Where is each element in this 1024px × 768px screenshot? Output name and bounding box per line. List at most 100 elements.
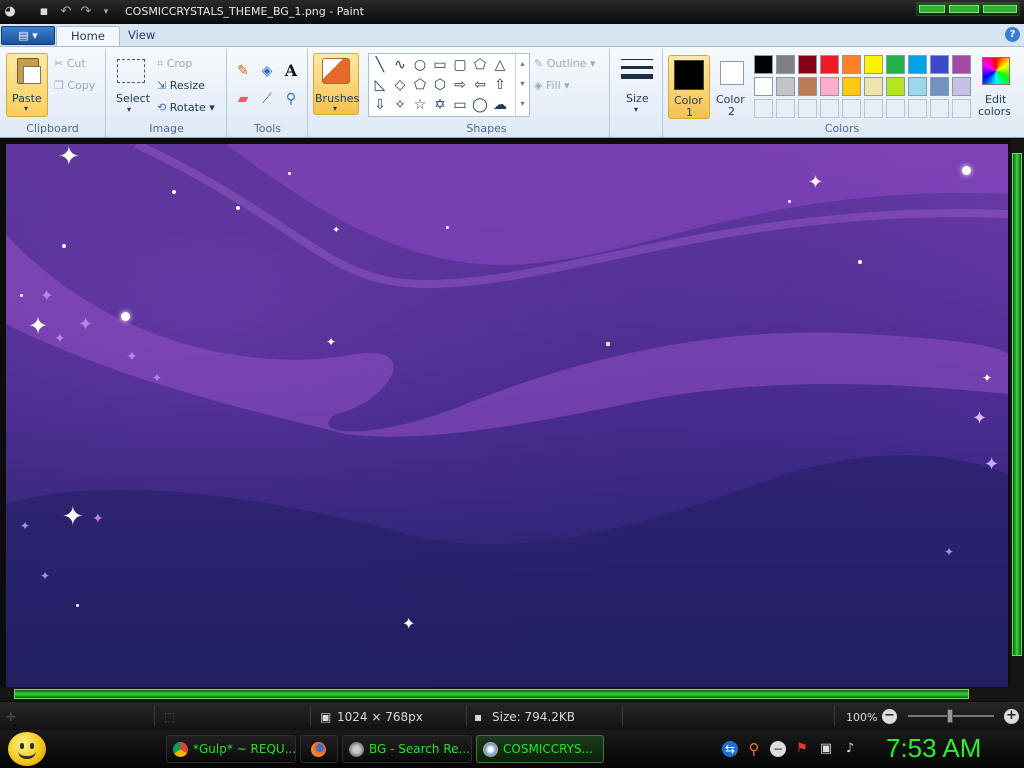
pentagon-shape-icon[interactable]: ⬠ <box>411 76 429 94</box>
magnifier-icon[interactable]: ⚲ <box>282 91 300 109</box>
image-canvas[interactable]: ✦ ✦ ✦ ✦ ✦ ✦ ✦ ✦ ✦ ✦ ✦ ✦ ✦ ✦ ✦ ✦ ✦ ✦ ✦ <box>6 144 1008 688</box>
curve-shape-icon[interactable]: ∿ <box>391 56 409 74</box>
palette-swatch[interactable] <box>754 99 773 118</box>
taskbar-item-search[interactable]: BG - Search Re... <box>342 735 472 763</box>
taskbar-item-paint[interactable]: COSMICCRYS... <box>476 735 604 763</box>
maximize-button[interactable] <box>949 5 979 13</box>
palette-swatch[interactable] <box>952 99 971 118</box>
palette-swatch[interactable] <box>886 55 905 74</box>
resize-button[interactable]: ⇲ Resize <box>157 79 205 92</box>
redo-icon[interactable]: ↷ <box>78 4 94 20</box>
clock[interactable]: 7:53 AM <box>886 733 981 764</box>
palette-swatch[interactable] <box>754 55 773 74</box>
minus-tray-icon[interactable]: − <box>770 741 786 757</box>
minimize-button[interactable] <box>919 5 945 13</box>
action-center-flag-icon[interactable]: ⚑ <box>794 741 810 757</box>
help-icon[interactable]: ? <box>1005 27 1020 42</box>
palette-swatch[interactable] <box>864 55 883 74</box>
down-arrow-shape-icon[interactable]: ⇩ <box>371 96 389 114</box>
teamviewer-tray-icon[interactable]: ⇆ <box>722 741 738 757</box>
up-arrow-shape-icon[interactable]: ⇧ <box>491 76 509 94</box>
rectangle-shape-icon[interactable]: ▭ <box>431 56 449 74</box>
select-button[interactable]: Select ▾ <box>113 55 150 125</box>
pencil-icon[interactable]: ✎ <box>234 63 252 81</box>
palette-swatch[interactable] <box>930 77 949 96</box>
vertical-scrollbar[interactable] <box>1010 139 1024 702</box>
zoom-slider-thumb[interactable] <box>947 709 953 723</box>
fill-bucket-icon[interactable]: ◈ <box>258 63 276 81</box>
horizontal-scroll-thumb[interactable] <box>14 689 969 699</box>
palette-swatch[interactable] <box>842 55 861 74</box>
zoom-in-button[interactable]: + <box>1004 709 1019 724</box>
copy-button[interactable]: ❐ Copy <box>54 79 95 92</box>
tab-home[interactable]: Home <box>56 26 120 46</box>
horizontal-scrollbar[interactable] <box>0 687 1010 701</box>
palette-swatch[interactable] <box>952 77 971 96</box>
color-picker-icon[interactable]: ⟋ <box>258 91 276 109</box>
oval-shape-icon[interactable]: ○ <box>411 56 429 74</box>
rounded-rectangle-shape-icon[interactable]: ▢ <box>451 56 469 74</box>
customize-quick-access-icon[interactable]: ▾ <box>98 4 114 20</box>
palette-swatch[interactable] <box>798 99 817 118</box>
eraser-icon[interactable]: ▰ <box>234 91 252 109</box>
oval-callout-shape-icon[interactable]: ◯ <box>471 96 489 114</box>
palette-swatch[interactable] <box>864 77 883 96</box>
text-tool-icon[interactable]: A <box>282 61 300 81</box>
undo-icon[interactable]: ↶ <box>58 4 74 20</box>
palette-swatch[interactable] <box>930 55 949 74</box>
taskbar-item-firefox[interactable] <box>300 735 338 763</box>
edit-colors-button[interactable]: Edit colors <box>976 55 1016 121</box>
palette-swatch[interactable] <box>820 99 839 118</box>
paint-menu-button[interactable]: ▤ ▾ <box>1 26 55 45</box>
cut-button[interactable]: ✂ Cut <box>54 57 86 70</box>
tab-view[interactable]: View <box>114 26 169 46</box>
palette-swatch[interactable] <box>908 77 927 96</box>
palette-swatch[interactable] <box>776 55 795 74</box>
palette-swatch[interactable] <box>952 55 971 74</box>
start-button-smiley-icon[interactable] <box>8 732 46 766</box>
crop-button[interactable]: ⌗ Crop <box>157 57 192 71</box>
four-point-star-shape-icon[interactable]: ✧ <box>391 96 409 114</box>
callout-shape-icon[interactable]: ▭ <box>451 96 469 114</box>
polygon-shape-icon[interactable]: ⬠ <box>471 56 489 74</box>
six-point-star-shape-icon[interactable]: ✡ <box>431 96 449 114</box>
paste-button[interactable]: Paste ▾ <box>6 53 48 117</box>
palette-swatch[interactable] <box>908 55 927 74</box>
right-arrow-shape-icon[interactable]: ⇨ <box>451 76 469 94</box>
save-icon[interactable]: ▪ <box>36 4 52 20</box>
palette-swatch[interactable] <box>842 77 861 96</box>
palette-swatch[interactable] <box>864 99 883 118</box>
palette-swatch[interactable] <box>820 77 839 96</box>
hexagon-shape-icon[interactable]: ⬡ <box>431 76 449 94</box>
color1-button[interactable]: Color 1 <box>668 55 710 119</box>
palette-swatch[interactable] <box>776 77 795 96</box>
cloud-callout-shape-icon[interactable]: ☁ <box>491 96 509 114</box>
palette-swatch[interactable] <box>820 55 839 74</box>
palette-swatch[interactable] <box>886 77 905 96</box>
search-tray-icon[interactable]: ⚲ <box>746 741 762 757</box>
five-point-star-shape-icon[interactable]: ☆ <box>411 96 429 114</box>
zoom-out-button[interactable]: − <box>882 709 897 724</box>
size-button[interactable]: Size ▾ <box>617 55 657 121</box>
outline-button[interactable]: ✎ Outline ▾ <box>534 57 596 70</box>
diamond-shape-icon[interactable]: ◇ <box>391 76 409 94</box>
palette-swatch[interactable] <box>886 99 905 118</box>
palette-swatch[interactable] <box>754 77 773 96</box>
palette-swatch[interactable] <box>908 99 927 118</box>
fill-button[interactable]: ◈ Fill ▾ <box>534 79 570 92</box>
rotate-button[interactable]: ⟲ Rotate ▾ <box>157 101 215 114</box>
volume-icon[interactable]: ♪ <box>842 741 858 757</box>
paint-app-icon[interactable]: ◕ <box>2 4 18 20</box>
line-shape-icon[interactable]: ╲ <box>371 56 389 74</box>
left-arrow-shape-icon[interactable]: ⇦ <box>471 76 489 94</box>
right-triangle-shape-icon[interactable]: ◺ <box>371 76 389 94</box>
brushes-button[interactable]: Brushes ▾ <box>313 53 359 115</box>
palette-swatch[interactable] <box>776 99 795 118</box>
palette-swatch[interactable] <box>798 77 817 96</box>
close-button[interactable] <box>983 5 1017 13</box>
palette-swatch[interactable] <box>798 55 817 74</box>
vertical-scroll-thumb[interactable] <box>1012 153 1022 656</box>
network-icon[interactable]: ▣ <box>818 741 834 757</box>
triangle-shape-icon[interactable]: △ <box>491 56 509 74</box>
palette-swatch[interactable] <box>842 99 861 118</box>
